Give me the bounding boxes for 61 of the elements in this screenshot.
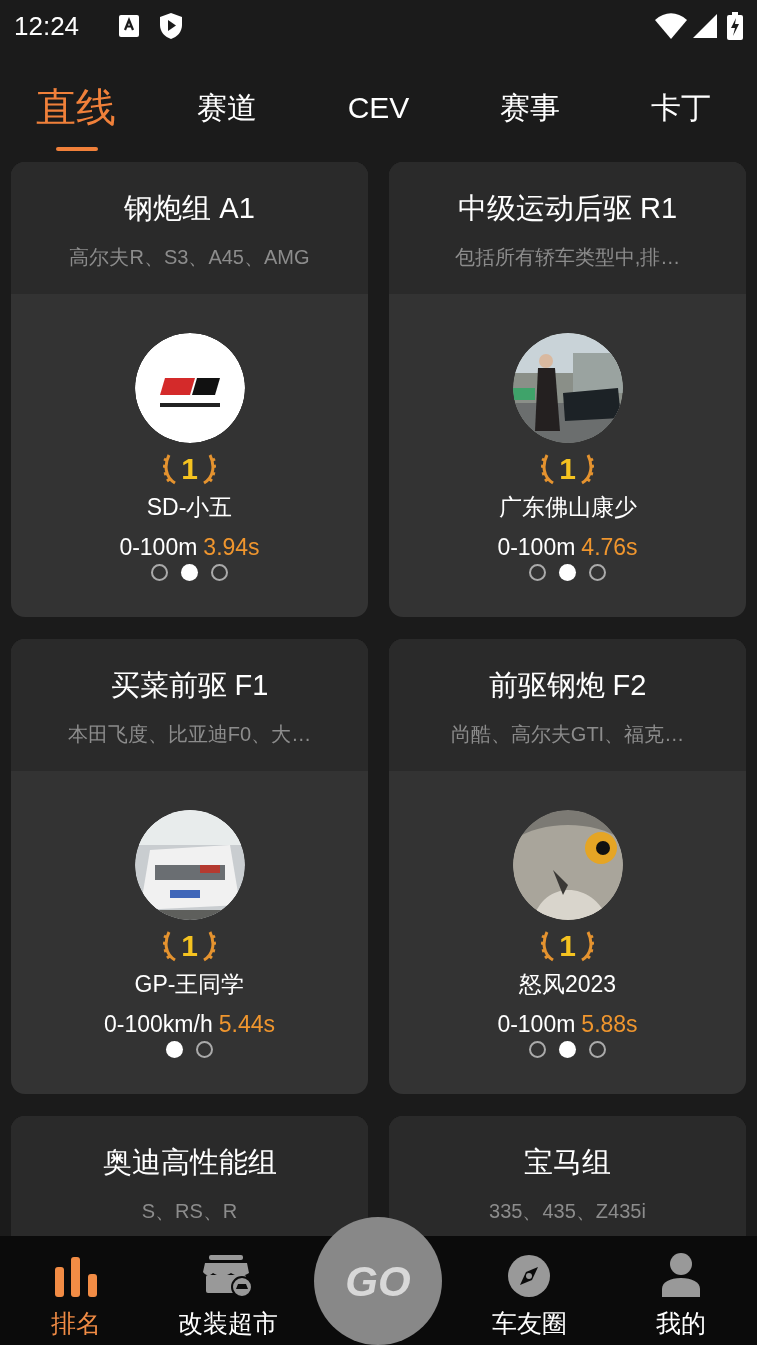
- group-title: 买菜前驱 F1: [110, 668, 269, 703]
- rank-number: 1: [181, 452, 198, 486]
- laurel-icon: [541, 930, 556, 962]
- nav-tab[interactable]: 我的: [605, 1236, 757, 1345]
- best-time: 4.76s: [581, 533, 638, 562]
- compass-icon: [508, 1255, 551, 1297]
- person-icon: [662, 1253, 701, 1297]
- laurel-icon: [579, 930, 594, 962]
- rank-number: 1: [181, 929, 198, 963]
- best-time: 3.94s: [203, 533, 260, 562]
- group-card[interactable]: 奥迪高性能组 S、RS、R: [11, 1116, 368, 1236]
- group-card[interactable]: 宝马组 335、435、Z435i: [389, 1116, 746, 1236]
- shield-play-icon: [159, 12, 184, 40]
- group-subtitle: S、RS、R: [141, 1199, 238, 1224]
- rank-number: 1: [559, 929, 576, 963]
- metric-label: 0-100m: [497, 533, 576, 562]
- tab[interactable]: CEV: [318, 62, 439, 152]
- laurel-icon: [163, 453, 178, 485]
- group-title: 前驱钢炮 F2: [488, 668, 647, 703]
- group-card[interactable]: 中级运动后驱 R1 包括所有轿车类型中,排… 1 广东佛山康少 0-100m 4.76s: [389, 162, 746, 617]
- signal-icon: [693, 14, 717, 38]
- leader-name: 广东佛山康少: [498, 493, 637, 522]
- laurel-icon: [541, 453, 556, 485]
- group-title: 钢炮组 A1: [124, 191, 255, 226]
- metric-label: 0-100km/h: [104, 1010, 213, 1039]
- rank-number: 1: [559, 452, 576, 486]
- nav-tab[interactable]: 改装超市: [151, 1236, 304, 1345]
- leader-name: 怒风2023: [518, 970, 617, 999]
- group-subtitle: 高尔夫R、S3、A45、AMG: [69, 245, 310, 270]
- shop-icon: [202, 1255, 253, 1297]
- wifi-icon: [655, 13, 687, 39]
- nav-tab[interactable]: 排名: [0, 1236, 152, 1345]
- group-title: 宝马组: [524, 1145, 611, 1180]
- text-app-icon: [119, 15, 140, 37]
- nav-tab[interactable]: 车友圈: [453, 1236, 606, 1345]
- laurel-icon: [163, 930, 178, 962]
- group-card[interactable]: 买菜前驱 F1 本田飞度、比亚迪F0、大… 1 GP-王同学 0-100km/h 5.44s: [11, 639, 368, 1094]
- metric-label: 0-100m: [119, 533, 198, 562]
- tab[interactable]: 直线: [15, 62, 136, 152]
- group-subtitle: 尚酷、高尔夫GTI、福克…: [450, 722, 685, 747]
- group-card[interactable]: 前驱钢炮 F2 尚酷、高尔夫GTI、福克… 1 怒风2023 0-100m 5.88s: [389, 639, 746, 1094]
- group-card[interactable]: 钢炮组 A1 高尔夫R、S3、A45、AMG 1 SD-小五 0-100m 3.94s: [11, 162, 368, 617]
- metric-label: 0-100m: [497, 1010, 576, 1039]
- tab[interactable]: 赛事: [469, 62, 590, 152]
- battery-icon: [727, 12, 743, 40]
- laurel-icon: [201, 930, 216, 962]
- group-title: 中级运动后驱 R1: [457, 191, 678, 226]
- best-time: 5.44s: [218, 1010, 275, 1039]
- group-subtitle: 335、435、Z435i: [489, 1199, 646, 1224]
- bar-chart-icon: [53, 1257, 98, 1297]
- laurel-icon: [201, 453, 216, 485]
- leader-name: SD-小五: [146, 493, 233, 522]
- group-title: 奥迪高性能组: [102, 1145, 277, 1180]
- status-time: 12:24: [14, 9, 80, 43]
- leader-name: GP-王同学: [134, 970, 245, 999]
- group-subtitle: 本田飞度、比亚迪F0、大…: [67, 722, 312, 747]
- laurel-icon: [579, 453, 594, 485]
- best-time: 5.88s: [581, 1010, 638, 1039]
- group-subtitle: 包括所有轿车类型中,排…: [454, 245, 681, 270]
- tab[interactable]: 赛道: [167, 62, 288, 152]
- tab[interactable]: 卡丁: [621, 62, 742, 152]
